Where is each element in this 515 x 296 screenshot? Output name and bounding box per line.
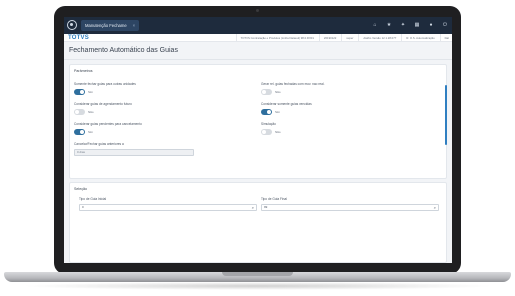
field-simulacao: Simulação Não [261, 122, 281, 135]
field-label: Somente fechar guias para outras unidade… [74, 82, 136, 86]
page-title: Fechamento Automático das Guias [69, 47, 178, 54]
search-icon[interactable]: ⌕ [434, 205, 436, 210]
app-logo-icon[interactable] [67, 20, 77, 30]
info-version: Atalho Versão 12.1.28.077 [358, 34, 396, 42]
field-gerar-relatorio: Gerar rel. guias fechadas com mov. nao r… [261, 82, 325, 95]
input-value: 0 [82, 205, 84, 209]
topbar-icons: ⌂ ★ ✦ ▦ ● ⏻ [372, 22, 448, 28]
grid-icon[interactable]: ▦ [414, 22, 420, 28]
laptop-camera [256, 9, 259, 12]
toggle-label: Sim [88, 90, 94, 94]
field-label: Considerar guias pendentes para cancelam… [74, 122, 142, 126]
toggle-switch[interactable] [74, 89, 85, 95]
toggle-label: Não [275, 90, 281, 94]
toggle-switch[interactable] [261, 109, 272, 115]
field-label: Tipo de Guia Final [261, 197, 287, 201]
field-pendentes-cancelamento: Considerar guias pendentes para cancelam… [74, 122, 142, 135]
field-label: Considerar guias de agendamento futuro [74, 102, 132, 106]
field-tipo-guia-inicial: Tipo de Guia Inicial 0 ⌕ [79, 197, 257, 211]
tipo-guia-inicial-input[interactable]: 0 ⌕ [79, 204, 257, 211]
tab-manutencao-fechamento[interactable]: Manutenção Fechame × [81, 20, 140, 31]
tab-close-icon[interactable]: × [133, 23, 135, 28]
search-icon[interactable]: ⌕ [252, 205, 254, 210]
toggle-switch[interactable] [74, 109, 85, 115]
selecao-panel: Seleção Tipo de Guia Inicial 0 ⌕ Tipo de… [69, 182, 447, 263]
laptop-shadow [20, 282, 495, 290]
toggle-label: Sim [275, 110, 281, 114]
parametros-title: Parâmetros [74, 69, 93, 73]
power-icon[interactable]: ⏻ [442, 22, 448, 28]
toggle-switch[interactable] [261, 129, 272, 135]
toggle-label: Não [88, 110, 94, 114]
toggle-label: Não [275, 130, 281, 134]
parametros-panel: Parâmetros Somente fechar guias para out… [69, 64, 447, 179]
scrollbar-thumb[interactable] [445, 85, 447, 145]
home-icon[interactable]: ⌂ [372, 22, 378, 28]
field-somente-vencidas: Considerar somente guias vencidas Sim [261, 102, 312, 115]
field-label: Simulação [261, 122, 276, 126]
selecao-title: Seleção [74, 187, 87, 191]
laptop-screen: Manutenção Fechame × ⌂ ★ ✦ ▦ ● ⏻ TOTVS TO… [64, 17, 452, 263]
tipo-guia-final-input[interactable]: 99 ⌕ [261, 204, 439, 211]
field-label: Gerar rel. guias fechadas com mov. nao r… [261, 82, 325, 86]
star-icon[interactable]: ★ [386, 22, 392, 28]
toggle-switch[interactable] [261, 89, 272, 95]
brand-logo: TOTVS [68, 35, 89, 41]
input-value: 99 [264, 205, 268, 209]
info-extra: Dat [439, 34, 449, 42]
user-icon[interactable]: ● [428, 22, 434, 28]
field-label: Cancelar/Fechar guias anteriores a [74, 142, 124, 146]
field-label: Considerar somente guias vencidas [261, 102, 312, 106]
info-bar: TOTVS TOTVS Contratação e Produtos (Linh… [64, 34, 452, 42]
info-date: 20190122 [318, 34, 336, 42]
field-cancelar-anteriores: Cancelar/Fechar guias anteriores a 0 dia… [74, 142, 194, 156]
info-company[interactable]: R. O.S. Automatização [401, 34, 435, 42]
info-user[interactable]: super [341, 34, 353, 42]
toggle-label: Sim [88, 130, 94, 134]
field-tipo-guia-final: Tipo de Guia Final 99 ⌕ [261, 197, 439, 211]
field-label: Tipo de Guia Inicial [79, 197, 107, 201]
toggle-switch[interactable] [74, 129, 85, 135]
info-product: TOTVS Contratação e Produtos (Linha Data… [235, 34, 314, 42]
field-somente-outras-unidades: Somente fechar guias para outras unidade… [74, 82, 136, 95]
tab-label: Manutenção Fechame [85, 23, 127, 28]
settings-icon[interactable]: ✦ [400, 22, 406, 28]
field-agendamento-futuro: Considerar guias de agendamento futuro N… [74, 102, 132, 115]
laptop-hinge-notch [222, 272, 293, 276]
info-items: TOTVS Contratação e Produtos (Linha Data… [235, 34, 449, 42]
app-topbar: Manutenção Fechame × ⌂ ★ ✦ ▦ ● ⏻ [64, 17, 452, 34]
title-divider [64, 59, 452, 60]
cancel-days-input[interactable]: 0 dias [74, 149, 194, 156]
